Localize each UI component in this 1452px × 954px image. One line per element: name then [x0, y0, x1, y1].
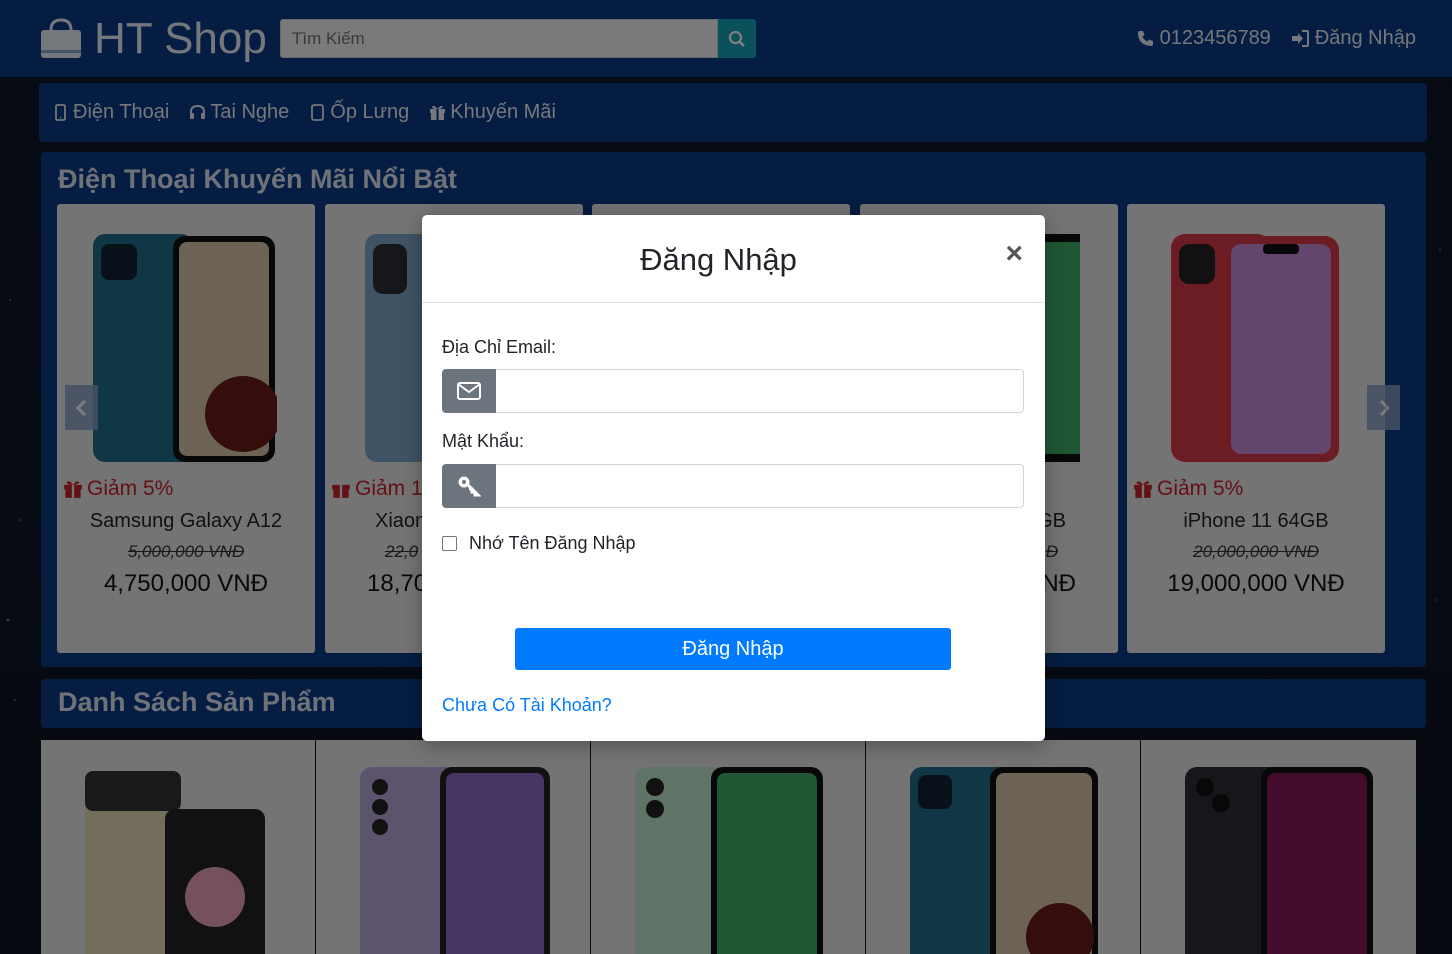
key-icon [458, 476, 481, 497]
modal-header: Đăng Nhập × [422, 215, 1045, 303]
register-link[interactable]: Chưa Có Tài Khoản? [442, 695, 612, 716]
modal-title: Đăng Nhập [640, 242, 797, 277]
email-addon [442, 369, 496, 413]
remember-checkbox[interactable] [442, 536, 457, 551]
password-addon [442, 464, 496, 508]
remember-label: Nhớ Tên Đăng Nhập [469, 533, 636, 553]
login-modal: Đăng Nhập × Địa Chỉ Email: Mật Khẩu: Nhớ… [422, 215, 1045, 741]
close-button[interactable]: × [1005, 239, 1023, 269]
login-submit-button[interactable]: Đăng Nhập [515, 628, 951, 670]
password-field[interactable] [496, 464, 1024, 508]
email-input-group [442, 369, 1024, 413]
password-input-group [442, 464, 1024, 508]
envelope-icon [457, 382, 481, 400]
password-label: Mật Khẩu: [442, 431, 525, 451]
email-label: Địa Chỉ Email: [442, 337, 557, 357]
remember-me[interactable]: Nhớ Tên Đăng Nhập [442, 533, 636, 554]
email-field[interactable] [496, 369, 1024, 413]
